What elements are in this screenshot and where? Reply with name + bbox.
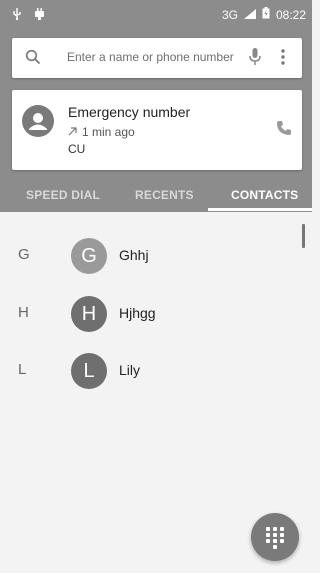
contact-name: Lily <box>119 362 141 378</box>
tab-speed-dial[interactable]: SPEED DIAL <box>26 188 100 202</box>
dialpad-button[interactable] <box>251 513 299 561</box>
section-letter: L <box>18 361 27 378</box>
recent-contact-name: Emergency number <box>68 104 191 120</box>
phone-icon[interactable] <box>276 120 292 141</box>
search-input[interactable]: Enter a name or phone number <box>67 50 234 64</box>
contact-row[interactable]: H H Hjhgg <box>0 294 312 334</box>
battery-icon <box>262 7 270 22</box>
contact-avatar: G <box>71 238 107 274</box>
signal-icon <box>243 8 256 22</box>
selected-tab-indicator <box>208 208 312 211</box>
clock: 08:22 <box>275 7 306 22</box>
status-bar: 3G 08:22 <box>0 0 312 30</box>
contact-avatar-icon <box>22 105 54 137</box>
tab-recents[interactable]: RECENTS <box>135 188 194 202</box>
contact-avatar: H <box>71 296 107 332</box>
contact-row[interactable]: L L Lily <box>0 351 312 391</box>
recent-call-card[interactable]: Emergency number 1 min ago CU <box>12 90 302 170</box>
tab-bar: SPEED DIAL RECENTS CONTACTS <box>0 178 312 212</box>
outgoing-call-icon <box>68 125 78 139</box>
section-letter: H <box>18 304 29 321</box>
call-time: 1 min ago <box>82 125 135 139</box>
contact-name: Ghhj <box>119 247 149 263</box>
tab-contacts[interactable]: CONTACTS <box>231 188 298 202</box>
contact-avatar: L <box>71 353 107 389</box>
call-label: CU <box>68 142 86 156</box>
network-type: 3G <box>221 7 238 22</box>
contact-row[interactable]: G G Ghhj <box>0 236 312 276</box>
contact-name: Hjhgg <box>119 305 156 321</box>
microphone-icon[interactable] <box>248 47 262 72</box>
search-bar[interactable]: Enter a name or phone number <box>12 38 302 78</box>
android-debug-icon <box>34 8 45 23</box>
section-letter: G <box>18 246 30 263</box>
call-meta: 1 min ago <box>68 125 135 139</box>
search-icon[interactable] <box>25 49 41 70</box>
dialpad-icon <box>266 527 284 549</box>
overflow-menu-icon[interactable] <box>280 48 286 71</box>
usb-icon <box>12 8 22 23</box>
